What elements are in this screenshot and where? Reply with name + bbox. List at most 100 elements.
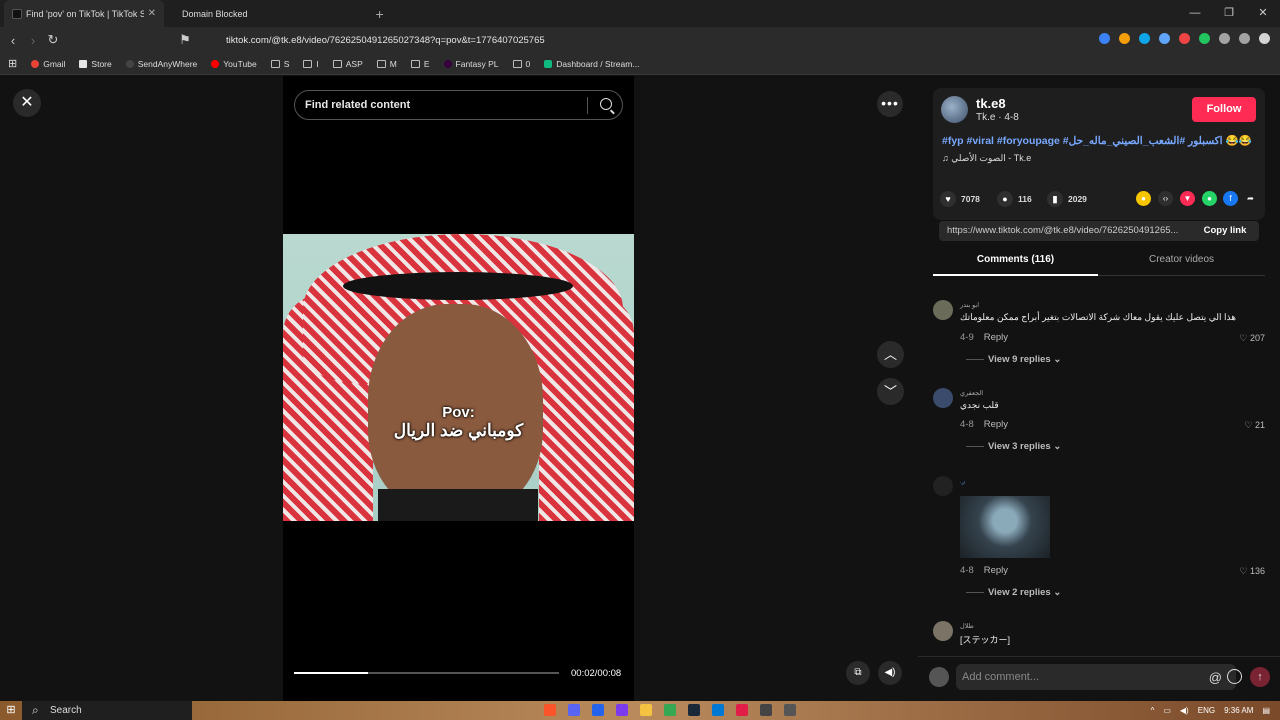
more-options-button[interactable]: ••• bbox=[877, 91, 903, 117]
embed-icon[interactable]: ‹› bbox=[1158, 191, 1173, 206]
back-icon[interactable]: ‹ bbox=[3, 33, 23, 48]
mention-icon[interactable]: @ bbox=[1209, 670, 1222, 685]
menu-icon[interactable] bbox=[1259, 33, 1270, 44]
extension-icon[interactable] bbox=[1199, 33, 1210, 44]
comment-avatar[interactable] bbox=[933, 621, 953, 641]
volume-button[interactable]: ◀) bbox=[878, 661, 902, 685]
network-icon[interactable]: ▭ bbox=[1163, 706, 1171, 715]
brave-icon[interactable] bbox=[544, 704, 556, 716]
picture-in-picture-button[interactable]: ⧉ bbox=[846, 661, 870, 685]
clock[interactable]: 9:36 AM bbox=[1224, 706, 1253, 715]
next-video-button[interactable]: ﹀ bbox=[877, 378, 904, 405]
comment-avatar[interactable] bbox=[933, 476, 953, 496]
url-field[interactable]: tiktok.com/@tk.e8/video/7626250491265027… bbox=[200, 30, 915, 50]
chrome-icon[interactable] bbox=[664, 704, 676, 716]
comment-username[interactable]: ابو بندر bbox=[960, 301, 979, 309]
new-tab-icon[interactable]: + bbox=[376, 6, 384, 22]
bookmark-folder-s[interactable]: S bbox=[270, 59, 289, 69]
bookmark-gmail[interactable]: Gmail bbox=[31, 59, 65, 69]
comment-like-button[interactable]: ♡ 136 bbox=[1239, 566, 1265, 577]
video-description[interactable]: #fyp #viral #foryoupage #اكسبلور #الشعب_… bbox=[942, 134, 1262, 147]
sticker-image[interactable] bbox=[960, 496, 1050, 558]
facebook-icon[interactable]: f bbox=[1223, 191, 1238, 206]
extension-icon[interactable] bbox=[1139, 33, 1150, 44]
reply-button[interactable]: Reply bbox=[984, 419, 1008, 430]
steam-icon[interactable] bbox=[688, 704, 700, 716]
save-button[interactable]: ▮ 2029 bbox=[1047, 191, 1087, 207]
search-icon[interactable] bbox=[600, 98, 612, 110]
video-progress-bar[interactable] bbox=[294, 672, 559, 674]
extension-icon[interactable] bbox=[1179, 33, 1190, 44]
emoji-icon[interactable] bbox=[1227, 669, 1242, 684]
bookmark-sendanywhere[interactable]: SendAnyWhere bbox=[125, 59, 197, 69]
extension-icon[interactable] bbox=[1099, 33, 1110, 44]
app-icon[interactable] bbox=[616, 704, 628, 716]
windows-start-icon[interactable]: ⊞ bbox=[0, 701, 22, 720]
reload-icon[interactable]: ↻ bbox=[43, 32, 63, 48]
whatsapp-icon[interactable]: ● bbox=[1202, 191, 1217, 206]
app-icon[interactable] bbox=[784, 704, 796, 716]
file-explorer-icon[interactable] bbox=[640, 704, 652, 716]
music-row[interactable]: ♫ الصوت الأصلي - Tk.e bbox=[942, 153, 1031, 164]
bookmark-folder-m[interactable]: M bbox=[376, 59, 397, 69]
extension-icon[interactable] bbox=[1119, 33, 1130, 44]
post-comment-button[interactable]: ↑ bbox=[1250, 667, 1270, 687]
view-replies-button[interactable]: View 9 replies ⌄ bbox=[966, 354, 1061, 365]
language-indicator[interactable]: ENG bbox=[1198, 706, 1215, 715]
comment-avatar[interactable] bbox=[933, 388, 953, 408]
comment-username[interactable]: الجعفري bbox=[960, 389, 983, 397]
app-icon[interactable] bbox=[736, 704, 748, 716]
volume-icon[interactable]: ◀) bbox=[1180, 706, 1189, 715]
author-avatar[interactable] bbox=[941, 96, 968, 123]
bookmark-folder-i[interactable]: I bbox=[303, 59, 319, 69]
bookmark-youtube[interactable]: YouTube bbox=[211, 59, 257, 69]
bookmark-folder-0[interactable]: 0 bbox=[512, 59, 530, 69]
bookmark-folder-e[interactable]: E bbox=[410, 59, 430, 69]
bookmark-store[interactable]: Store bbox=[79, 59, 112, 69]
comment-like-button[interactable]: ♡ 21 bbox=[1244, 420, 1265, 431]
author-username[interactable]: tk.e8 bbox=[976, 96, 1006, 111]
bookmark-fantasy-pl[interactable]: Fantasy PL bbox=[443, 59, 499, 69]
notifications-icon[interactable]: ▤ bbox=[1262, 706, 1270, 715]
previous-video-button[interactable]: ︿ bbox=[877, 341, 904, 368]
extension-icon[interactable] bbox=[1159, 33, 1170, 44]
comment-avatar[interactable] bbox=[933, 300, 953, 320]
tray-chevron-icon[interactable]: ^ bbox=[1151, 706, 1155, 715]
comment-like-button[interactable]: ♡ 207 bbox=[1239, 333, 1265, 344]
bookmark-dashboard[interactable]: Dashboard / Stream... bbox=[544, 59, 639, 69]
tab-domain-blocked[interactable]: Domain Blocked bbox=[164, 0, 256, 27]
minimize-icon[interactable]: — bbox=[1178, 0, 1212, 27]
view-replies-button[interactable]: View 2 replies ⌄ bbox=[966, 587, 1061, 598]
coin-icon[interactable]: ● bbox=[1136, 191, 1151, 206]
copy-link-button[interactable]: Copy link bbox=[1191, 221, 1259, 241]
taskbar-search[interactable]: Search bbox=[22, 701, 192, 720]
comment-username[interactable]: .ر bbox=[960, 477, 965, 485]
comment-username[interactable]: طلال bbox=[960, 622, 974, 630]
discord-icon[interactable] bbox=[568, 704, 580, 716]
extension-icon[interactable] bbox=[1239, 33, 1250, 44]
extension-icon[interactable] bbox=[1219, 33, 1230, 44]
apps-grid-icon[interactable]: ⊞ bbox=[8, 57, 17, 70]
restore-icon[interactable]: ❐ bbox=[1212, 0, 1246, 27]
add-comment-input[interactable]: Add comment... bbox=[956, 664, 1236, 690]
related-search-input[interactable]: Find related content bbox=[294, 90, 623, 120]
tab-tiktok[interactable]: Find 'pov' on TikTok | TikTok S ✕ bbox=[4, 0, 164, 27]
forward-icon[interactable]: › bbox=[23, 33, 43, 48]
window-close-icon[interactable]: ✕ bbox=[1246, 0, 1280, 27]
comment-button[interactable]: ● 116 bbox=[997, 191, 1032, 207]
tab-comments[interactable]: Comments (116) bbox=[933, 254, 1098, 276]
follow-button[interactable]: Follow bbox=[1192, 97, 1256, 122]
tab-creator-videos[interactable]: Creator videos bbox=[1099, 254, 1264, 265]
send-icon[interactable]: ▼ bbox=[1180, 191, 1195, 206]
app-icon[interactable] bbox=[712, 704, 724, 716]
like-button[interactable]: ♥ 7078 bbox=[940, 191, 980, 207]
bookmark-icon[interactable]: ⚑ bbox=[175, 32, 195, 48]
bookmark-folder-asp[interactable]: ASP bbox=[332, 59, 363, 69]
reply-button[interactable]: Reply bbox=[984, 332, 1008, 343]
app-icon[interactable] bbox=[592, 704, 604, 716]
tab-close-icon[interactable]: ✕ bbox=[148, 8, 156, 19]
close-video-button[interactable]: ✕ bbox=[13, 89, 41, 117]
reply-button[interactable]: Reply bbox=[984, 565, 1008, 576]
view-replies-button[interactable]: View 3 replies ⌄ bbox=[966, 441, 1061, 452]
share-arrow-icon[interactable]: ➦ bbox=[1243, 191, 1258, 206]
